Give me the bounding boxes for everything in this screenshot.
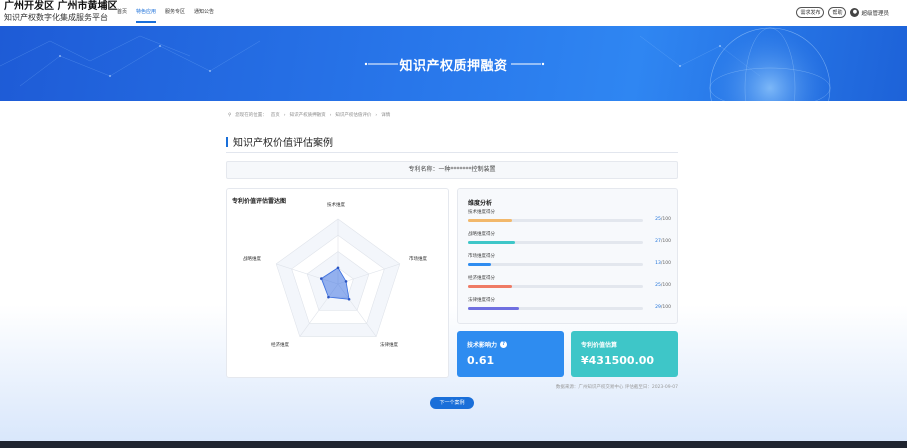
- radar-point[interactable]: [336, 266, 340, 270]
- main-nav: 首页 特色应用 服务专区 通知公告: [117, 8, 214, 23]
- nav-notices[interactable]: 通知公告: [194, 8, 214, 20]
- breadcrumb: ⚲ 您现在的位置： 首页 › 知识产权质押融资 › 知识产权估值评价 › 详情: [228, 112, 391, 119]
- dimension-max: /100: [660, 305, 671, 310]
- next-case-button[interactable]: 下一个案例: [430, 397, 474, 409]
- dimension-fill: [468, 263, 491, 266]
- radar-point[interactable]: [320, 277, 323, 280]
- brand-title: 广州开发区 广州市黄埔区: [4, 1, 118, 12]
- title-accent-bar: [226, 136, 228, 147]
- chevron-right-icon: ›: [375, 112, 378, 118]
- dimension-track: [468, 263, 643, 266]
- footer-bar: [0, 441, 907, 448]
- hero-banner: 知识产权质押融资: [0, 26, 907, 101]
- radar-axis-label-market: 市场维度: [409, 257, 427, 262]
- radar-point[interactable]: [327, 295, 330, 299]
- chevron-right-icon: ›: [283, 112, 286, 118]
- nav-featured-apps[interactable]: 特色应用: [136, 8, 157, 23]
- dimension-fill: [468, 219, 512, 222]
- radar-axis-label-tech: 技术维度: [327, 203, 345, 208]
- dimension-value: 25/100: [655, 217, 671, 222]
- dimension-max: /100: [660, 283, 671, 288]
- breadcrumb-home[interactable]: 首页: [271, 112, 280, 118]
- section-title-text: 知识产权价值评估案例: [233, 138, 333, 149]
- dimension-max: /100: [660, 239, 671, 244]
- question-icon[interactable]: ?: [500, 341, 508, 348]
- dimension-label: 技术维度得分: [468, 210, 495, 215]
- patent-value-card: 专利价值估算 ¥431500.00: [571, 331, 678, 377]
- dimension-row: 市场维度得分 13/100: [468, 253, 671, 269]
- help-button[interactable]: 帮助: [828, 7, 847, 18]
- radar-axis-label-legal: 法律维度: [380, 343, 398, 348]
- user-name: 超级管理员: [861, 10, 889, 17]
- divider: [226, 152, 678, 153]
- avatar: ●: [850, 8, 860, 17]
- dimension-fill: [468, 241, 516, 244]
- brand-subtitle: 知识产权数字化集成服务平台: [4, 13, 108, 22]
- dimension-value: 13/100: [655, 261, 671, 266]
- data-source: 数据来源：广州知识产权交易中心 评估截至日：2023-09-07: [555, 385, 678, 390]
- dimension-label: 市场维度得分: [468, 254, 495, 259]
- header-actions: 需求发布 帮助 ● 超级管理员: [796, 7, 889, 18]
- main-content: ⚲ 您现在的位置： 首页 › 知识产权质押融资 › 知识产权估值评价 › 详情 …: [0, 101, 907, 441]
- section-title: 知识产权价值评估案例: [226, 134, 333, 149]
- patent-value-label: 专利价值估算: [581, 342, 618, 349]
- dimension-value: 29/100: [655, 305, 671, 310]
- dimension-fill: [468, 307, 519, 310]
- breadcrumb-prefix: 您现在的位置：: [235, 113, 267, 118]
- radar-axis-label-economic: 经济维度: [271, 343, 289, 348]
- dimension-track: [468, 241, 643, 244]
- dimension-row: 法律维度得分 29/100: [468, 297, 671, 313]
- influence-card: 技术影响力 ? 0.61: [457, 331, 564, 377]
- radar-card: 专利价值评估雷达图 技术维度 市场维度 法律维度 经济维度 战略维度: [226, 188, 449, 378]
- dimension-label: 经济维度得分: [468, 276, 495, 281]
- breadcrumb-valuation[interactable]: 知识产权估值评价: [335, 112, 371, 118]
- radar-axis-label-strategic: 战略维度: [243, 257, 261, 262]
- dimension-value: 27/100: [655, 239, 671, 244]
- top-header: 广州开发区 广州市黄埔区 知识产权数字化集成服务平台 首页 特色应用 服务专区 …: [0, 0, 907, 26]
- dimension-row: 经济维度得分 25/100: [468, 275, 671, 291]
- radar-point[interactable]: [347, 297, 351, 301]
- dimension-label: 战略维度得分: [468, 232, 495, 237]
- location-pin-icon: ⚲: [228, 112, 232, 118]
- patent-value-amount: ¥431500.00: [581, 354, 655, 367]
- patent-name: 专利名称：一种*******控制装置: [226, 161, 678, 179]
- radar-point[interactable]: [344, 280, 348, 283]
- nav-home[interactable]: 首页: [117, 8, 127, 20]
- breadcrumb-pledge[interactable]: 知识产权质押融资: [290, 112, 326, 118]
- breadcrumb-detail: 详情: [381, 113, 391, 118]
- influence-label-row: 技术影响力 ?: [467, 340, 508, 349]
- banner-title: 知识产权质押融资: [399, 59, 508, 74]
- chevron-right-icon: ›: [329, 112, 332, 118]
- dimension-row: 战略维度得分 27/100: [468, 231, 671, 247]
- influence-label: 技术影响力: [467, 342, 498, 349]
- dimension-card: 维度分析 技术维度得分 25/100 战略维度得分 27/100 市场维度得分 13/10…: [457, 188, 678, 324]
- dimension-track: [468, 219, 643, 222]
- dimension-value: 25/100: [655, 283, 671, 288]
- dimension-track: [468, 285, 643, 288]
- dimension-max: /100: [660, 217, 671, 222]
- brand[interactable]: 广州开发区 广州市黄埔区 知识产权数字化集成服务平台: [4, 2, 117, 22]
- nav-service-zone[interactable]: 服务专区: [165, 8, 185, 20]
- dimension-label: 法律维度得分: [468, 298, 495, 303]
- dimension-fill: [468, 285, 512, 288]
- radar-chart: [275, 218, 401, 337]
- dimension-max: /100: [660, 261, 671, 266]
- user-menu[interactable]: ● 超级管理员: [850, 8, 889, 17]
- dimension-track: [468, 307, 643, 310]
- dimension-title: 维度分析: [468, 200, 493, 207]
- influence-value: 0.61: [467, 354, 495, 367]
- publish-demand-button[interactable]: 需求发布: [796, 7, 825, 18]
- dimension-row: 技术维度得分 25/100: [468, 209, 671, 225]
